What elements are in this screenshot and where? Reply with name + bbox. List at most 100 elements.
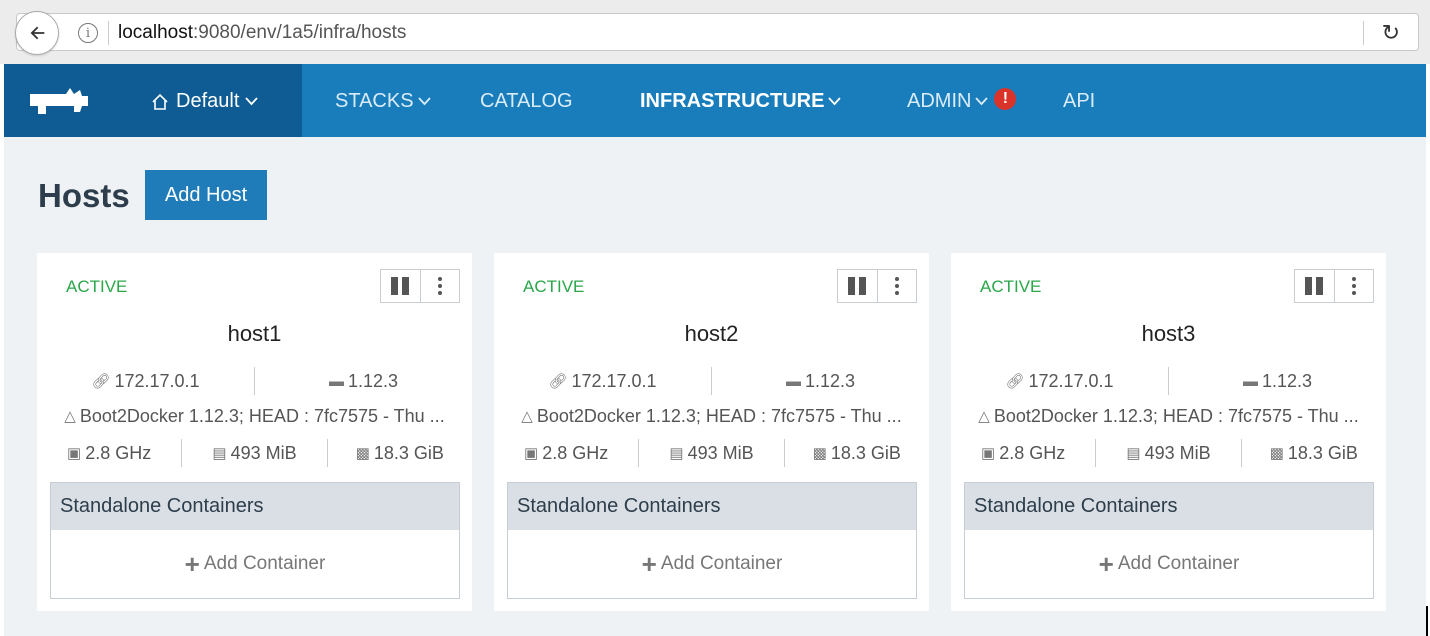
- url-divider: [108, 21, 109, 45]
- host-actions: [837, 269, 917, 303]
- add-container-button[interactable]: + Add Container: [508, 530, 916, 598]
- chevron-down-icon: [828, 97, 842, 106]
- nav-api-label: API: [1063, 90, 1096, 112]
- environment-label: Default: [176, 90, 240, 112]
- chevron-down-icon: [975, 97, 989, 106]
- add-container-button[interactable]: + Add Container: [965, 530, 1373, 598]
- host-name[interactable]: host3: [951, 321, 1386, 347]
- info-icon[interactable]: i: [78, 23, 98, 43]
- host-card: ACTIVE host3 🔗︎ 172.17.0.1 ▬ 1.12.3 △ Boot2…: [951, 253, 1386, 611]
- chevron-down-icon: [245, 97, 259, 106]
- host-resources-row: ▣ 2.8 GHz ▤ 493 MiB ▩ 18.3 GiB: [37, 439, 472, 467]
- chevron-down-icon: [417, 97, 431, 106]
- cpu-icon: ▣: [524, 445, 539, 462]
- docker-version: 1.12.3: [804, 370, 856, 391]
- nav-api[interactable]: API: [1063, 90, 1095, 113]
- host-resources-row: ▣ 2.8 GHz ▤ 493 MiB ▩ 18.3 GiB: [494, 439, 929, 467]
- nav-catalog[interactable]: CATALOG: [480, 90, 573, 113]
- host-storage: 18.3 GiB: [830, 442, 901, 463]
- docker-icon: ▬: [328, 372, 344, 390]
- add-container-label: Add Container: [203, 553, 326, 574]
- section-title: Standalone Containers: [508, 483, 916, 530]
- back-arrow-icon: [30, 26, 45, 40]
- memory-icon: ▤: [1126, 445, 1141, 462]
- pause-button[interactable]: [381, 270, 420, 302]
- host-ip: 172.17.0.1: [114, 370, 200, 391]
- plus-icon: +: [641, 549, 657, 579]
- nav-infrastructure-label: INFRASTRUCTURE: [640, 90, 825, 112]
- pause-button[interactable]: [1295, 270, 1334, 302]
- section-title: Standalone Containers: [51, 483, 459, 530]
- memory-icon: ▤: [212, 445, 227, 462]
- standalone-containers: Standalone Containers + Add Container: [507, 482, 917, 599]
- host-name[interactable]: host2: [494, 321, 929, 347]
- page-title: Hosts: [38, 177, 130, 214]
- nav-stacks-label: STACKS: [335, 90, 414, 112]
- back-button[interactable]: [15, 11, 59, 55]
- linux-icon: △: [978, 408, 990, 425]
- link-icon: 🔗︎: [91, 373, 111, 390]
- nav-admin[interactable]: ADMIN !: [907, 87, 1017, 113]
- reload-divider: [1363, 21, 1364, 45]
- status-badge: ACTIVE: [523, 277, 585, 296]
- status-badge: ACTIVE: [66, 277, 128, 296]
- more-vertical-icon: [894, 277, 899, 295]
- docker-version: 1.12.3: [1261, 370, 1313, 391]
- url-text[interactable]: localhost:9080/env/1a5/infra/hosts: [118, 22, 406, 44]
- environment-switcher[interactable]: Default: [114, 64, 302, 137]
- link-icon: 🔗︎: [1005, 373, 1025, 390]
- url-host: localhost: [118, 22, 193, 43]
- add-container-label: Add Container: [1117, 553, 1240, 574]
- pause-icon: [848, 277, 867, 295]
- alert-icon[interactable]: !: [994, 87, 1017, 110]
- host-storage: 18.3 GiB: [373, 442, 444, 463]
- memory-icon: ▤: [669, 445, 684, 462]
- add-container-label: Add Container: [660, 553, 783, 574]
- host-network-row: 🔗︎ 172.17.0.1 ▬ 1.12.3: [37, 366, 472, 396]
- docker-version: 1.12.3: [347, 370, 399, 391]
- reload-icon[interactable]: ↻: [1382, 20, 1400, 46]
- cpu-icon: ▣: [67, 445, 82, 462]
- nav-infrastructure[interactable]: INFRASTRUCTURE: [640, 90, 842, 113]
- standalone-containers: Standalone Containers + Add Container: [964, 482, 1374, 599]
- more-actions-button[interactable]: [876, 270, 917, 302]
- plus-icon: +: [1098, 549, 1114, 579]
- nav-admin-label: ADMIN: [907, 90, 972, 112]
- standalone-containers: Standalone Containers + Add Container: [50, 482, 460, 599]
- section-title: Standalone Containers: [965, 483, 1373, 530]
- docker-icon: ▬: [785, 372, 801, 390]
- link-icon: 🔗︎: [548, 373, 568, 390]
- host-card: ACTIVE host2 🔗︎ 172.17.0.1 ▬ 1.12.3 △ Boot2…: [494, 253, 929, 611]
- pause-icon: [1305, 277, 1324, 295]
- linux-icon: △: [64, 408, 76, 425]
- pause-icon: [391, 277, 410, 295]
- host-memory: 493 MiB: [1144, 442, 1211, 463]
- cpu-icon: ▣: [981, 445, 996, 462]
- host-cpu: 2.8 GHz: [85, 442, 152, 463]
- host-actions: [1294, 269, 1374, 303]
- pause-button[interactable]: [838, 270, 877, 302]
- storage-icon: ▩: [355, 445, 370, 462]
- storage-icon: ▩: [812, 445, 827, 462]
- main-content: Hosts Add Host ACTIVE host1 🔗︎ 172.17.0.1…: [4, 137, 1426, 636]
- rancher-logo[interactable]: [4, 64, 114, 137]
- add-host-button[interactable]: Add Host: [145, 170, 267, 220]
- host-ip: 172.17.0.1: [571, 370, 657, 391]
- host-name[interactable]: host1: [37, 321, 472, 347]
- docker-icon: ▬: [1242, 372, 1258, 390]
- host-memory: 493 MiB: [230, 442, 297, 463]
- browser-toolbar: i localhost:9080/env/1a5/infra/hosts ↻: [0, 0, 1430, 64]
- status-badge: ACTIVE: [980, 277, 1042, 296]
- host-os: Boot2Docker 1.12.3; HEAD : 7fc7575 - Thu…: [993, 405, 1359, 426]
- address-bar[interactable]: i localhost:9080/env/1a5/infra/hosts ↻: [15, 11, 1419, 55]
- nav-stacks[interactable]: STACKS: [335, 90, 431, 113]
- host-network-row: 🔗︎ 172.17.0.1 ▬ 1.12.3: [951, 366, 1386, 396]
- more-actions-button[interactable]: [1333, 270, 1374, 302]
- nav-catalog-label: CATALOG: [480, 90, 573, 112]
- host-os: Boot2Docker 1.12.3; HEAD : 7fc7575 - Thu…: [536, 405, 902, 426]
- more-actions-button[interactable]: [419, 270, 460, 302]
- host-cpu: 2.8 GHz: [542, 442, 609, 463]
- add-container-button[interactable]: + Add Container: [51, 530, 459, 598]
- plus-icon: +: [184, 549, 200, 579]
- host-actions: [380, 269, 460, 303]
